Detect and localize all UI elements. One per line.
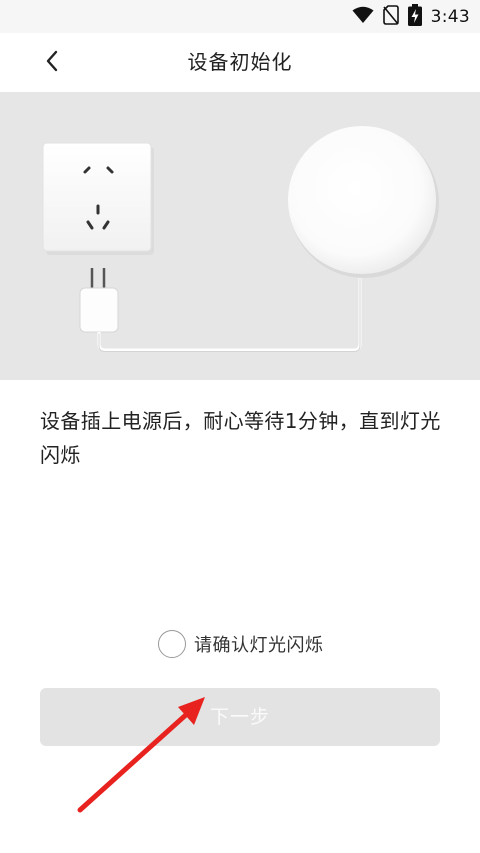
battery-charging-icon <box>407 4 422 30</box>
status-bar: 3:43 <box>0 0 480 33</box>
back-arrow-icon <box>44 49 60 77</box>
setup-illustration <box>0 92 480 380</box>
title-bar: 设备初始化 <box>0 33 480 92</box>
wifi-icon <box>352 6 374 28</box>
status-time: 3:43 <box>430 7 470 27</box>
back-button[interactable] <box>30 43 74 83</box>
next-button[interactable]: 下一步 <box>40 688 440 746</box>
status-icons: 3:43 <box>352 4 470 30</box>
instruction-text: 设备插上电源后，耐心等待1分钟，直到灯光闪烁 <box>40 409 441 467</box>
confirm-light-flashing-option[interactable]: 请确认灯光闪烁 <box>158 628 324 660</box>
power-socket <box>42 142 154 255</box>
round-lamp-device <box>288 126 439 278</box>
setup-illustration-graphic <box>42 126 439 352</box>
no-sim-icon <box>382 5 399 29</box>
power-cable <box>97 276 362 352</box>
usb-power-adapter <box>79 268 119 333</box>
confirm-radio[interactable] <box>158 630 186 658</box>
confirm-label: 请确认灯光闪烁 <box>194 635 324 656</box>
